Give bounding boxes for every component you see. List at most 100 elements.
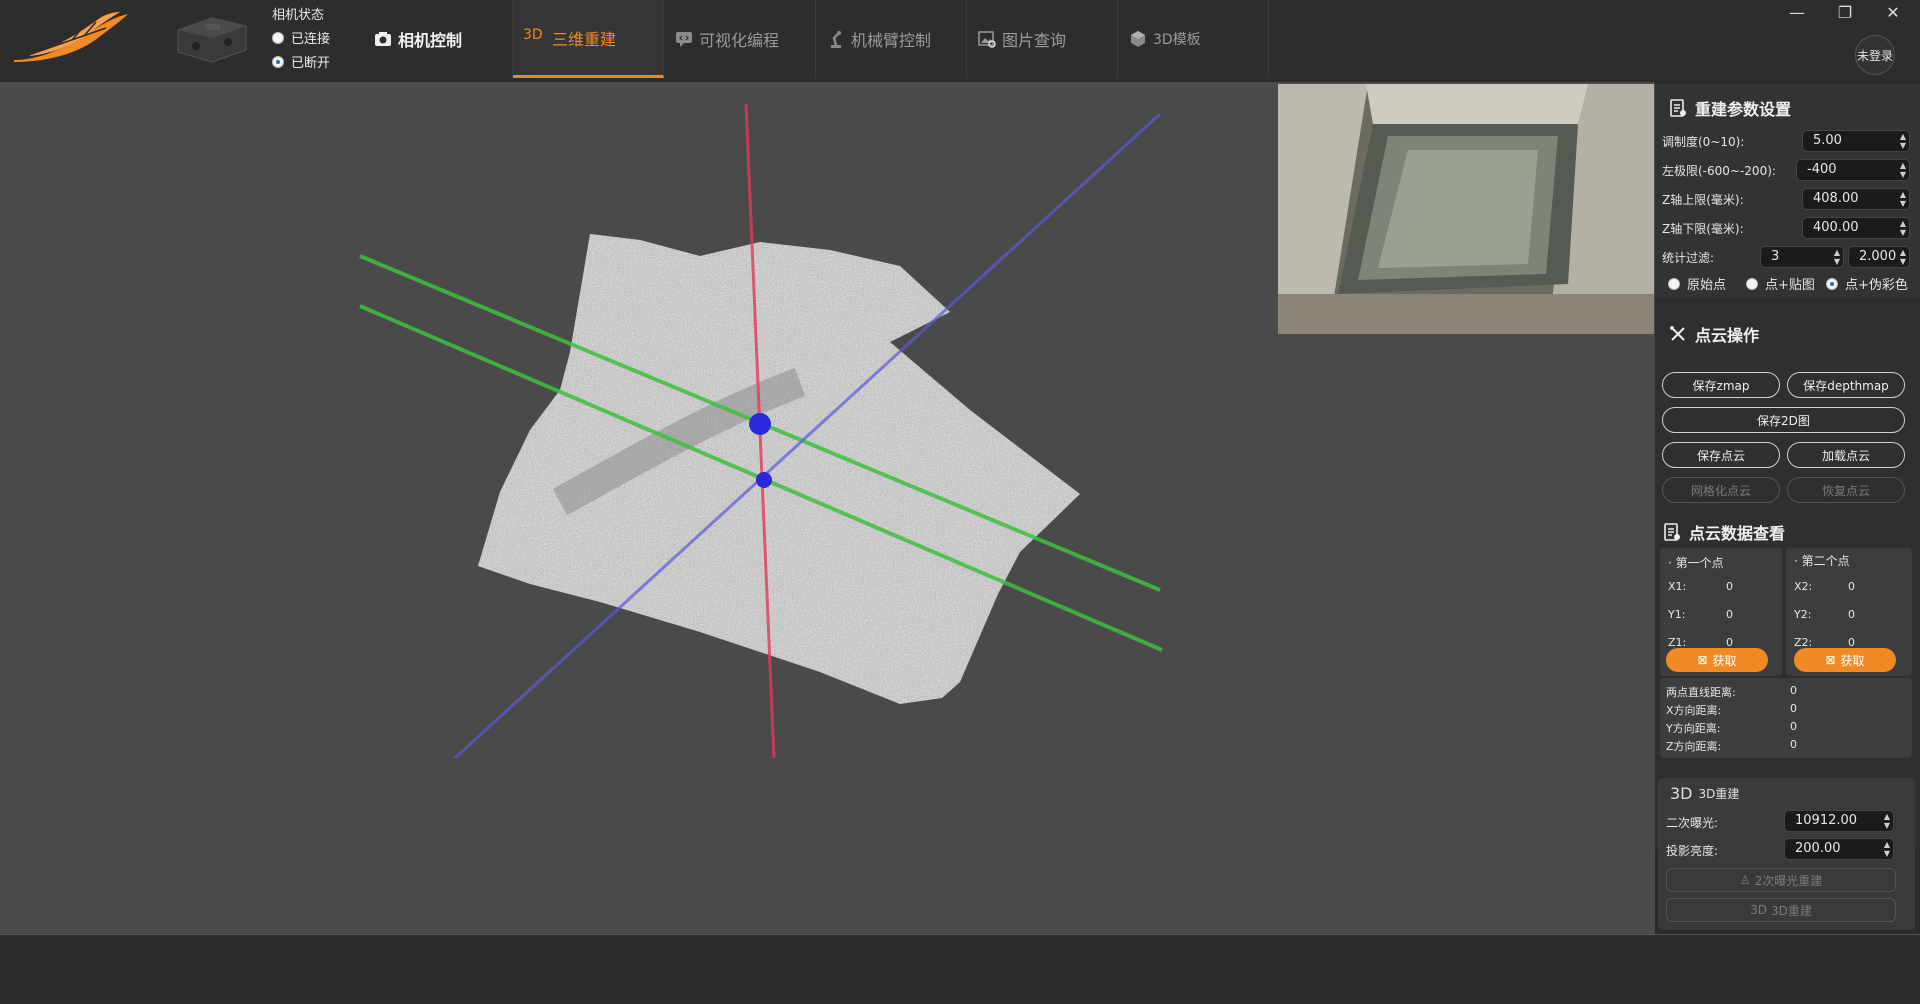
3d-icon: 3D (1670, 784, 1693, 803)
tab-camera-control[interactable]: 相机控制 (363, 0, 513, 78)
settings-doc-icon (1670, 99, 1686, 117)
camera-preview-image (1278, 84, 1654, 334)
dist-x-value: 0 (1790, 702, 1797, 715)
spin-arrows-icon[interactable]: ▲ ▼ (1900, 161, 1906, 179)
point2-card: · 第二个点 X2: 0 Y2: 0 Z2: 0 ⊠ 获取 (1786, 548, 1912, 676)
target-icon: ⊠ (1697, 653, 1708, 667)
get-point1-button[interactable]: ⊠ 获取 (1666, 648, 1768, 672)
point2-title: · 第二个点 (1794, 554, 1850, 568)
second-exposure-label: 二次曝光: (1666, 816, 1719, 830)
cube-icon (1131, 31, 1145, 47)
spin-arrows-icon[interactable]: ▲ ▼ (1900, 219, 1906, 237)
z-lower-spinbox[interactable]: 400.00 ▲ ▼ (1802, 217, 1910, 239)
z-upper-row: Z轴上限(毫米): 408.00 ▲ ▼ (1662, 188, 1914, 210)
dist-line-label: 两点直线距离: (1666, 686, 1736, 699)
projection-brightness-label: 投影亮度: (1666, 844, 1719, 858)
load-cloud-button[interactable]: 加载点云 (1787, 442, 1905, 468)
radio-indicator (1668, 277, 1680, 290)
projection-brightness-spinbox[interactable]: 200.00 ▲ ▼ (1784, 838, 1894, 860)
radio-indicator (1826, 277, 1838, 290)
recon3d-button[interactable]: 3D 3D重建 (1666, 898, 1896, 922)
x2-value: 0 (1848, 580, 1855, 593)
target-icon: ⊠ (1825, 653, 1836, 667)
spin-arrows-icon[interactable]: ▲ ▼ (1900, 248, 1906, 266)
distance-card: 两点直线距离: 0 X方向距离: 0 Y方向距离: 0 Z方向距离: 0 (1660, 678, 1912, 758)
camera-status: 相机状态 已连接 已断开 (270, 2, 360, 74)
spin-arrows-icon[interactable]: ▲ ▼ (1834, 248, 1840, 266)
close-button[interactable]: ✕ (1882, 2, 1904, 24)
spin-arrows-icon[interactable]: ▲ ▼ (1884, 812, 1890, 830)
pointcloud-surface (478, 234, 1080, 704)
feather-logo-icon (14, 12, 128, 62)
robot-arm-icon (831, 31, 841, 48)
save-2d-button[interactable]: 保存2D图 (1662, 407, 1905, 433)
y2-label: Y2: (1794, 608, 1812, 621)
camera-icon (375, 32, 391, 46)
save-cloud-button[interactable]: 保存点云 (1662, 442, 1780, 468)
chat-code-icon (676, 32, 692, 47)
status-connected-radio[interactable]: 已连接 (272, 28, 330, 47)
x1-value: 0 (1726, 580, 1733, 593)
status-disconnected-radio[interactable]: 已断开 (272, 52, 330, 71)
radio-indicator (272, 31, 284, 44)
dist-y-label: Y方向距离: (1666, 722, 1721, 735)
display-mode-row: 原始点 点+贴图 点+伪彩色 (1662, 272, 1914, 294)
login-button[interactable]: 未登录 (1855, 35, 1895, 75)
restore-button[interactable]: ❐ (1834, 2, 1856, 24)
z-lower-row: Z轴下限(毫米): 400.00 ▲ ▼ (1662, 217, 1914, 239)
recon-params-header: 重建参数设置 (1669, 96, 1791, 120)
get-point2-button[interactable]: ⊠ 获取 (1794, 648, 1896, 672)
y1-label: Y1: (1668, 608, 1686, 621)
3d-reconstruct-icon: 3D (523, 26, 543, 43)
x1-label: X1: (1668, 580, 1687, 593)
restore-cloud-button[interactable]: 恢复点云 (1787, 477, 1905, 503)
modulation-spinbox[interactable]: 5.00 ▲ ▼ (1802, 130, 1910, 152)
tab-3d-reconstruct[interactable]: 3D 三维重建 (513, 0, 664, 78)
x2-label: X2: (1794, 580, 1813, 593)
tab-image-search[interactable]: 图片查询 (967, 0, 1118, 78)
status-bar (0, 934, 1920, 1004)
minimize-button[interactable]: — (1786, 2, 1808, 24)
dist-z-label: Z方向距离: (1666, 740, 1722, 753)
spin-arrows-icon[interactable]: ▲ ▼ (1884, 840, 1890, 858)
y1-value: 0 (1726, 608, 1733, 621)
cloud-ops-header: 点云操作 (1669, 322, 1759, 346)
stat-filter-row: 统计过滤: 3 ▲ ▼ 2.000 ▲ ▼ (1662, 246, 1914, 268)
left-limit-spinbox[interactable]: -400 ▲ ▼ (1796, 159, 1910, 181)
point1-title: · 第一个点 (1668, 556, 1724, 570)
point1-card: · 第一个点 X1: 0 Y1: 0 Z1: 0 ⊠ 获取 (1660, 548, 1782, 676)
modulation-row: 调制度(0~10): 5.00 ▲ ▼ (1662, 130, 1914, 152)
tab-visual-programming[interactable]: 可视化编程 (664, 0, 816, 78)
filter-value-spinbox[interactable]: 2.000 ▲ ▼ (1848, 246, 1910, 268)
mode-raw-radio[interactable]: 原始点 (1668, 274, 1726, 293)
image-search-icon (978, 31, 996, 48)
dist-line-value: 0 (1790, 684, 1797, 697)
dist-z-value: 0 (1790, 738, 1797, 751)
tab-robot-arm-control[interactable]: 机械臂控制 (816, 0, 967, 78)
dist-y-value: 0 (1790, 720, 1797, 733)
right-panel: 重建参数设置 调制度(0~10): 5.00 ▲ ▼ 左极限(-600~-200):… (1655, 82, 1920, 934)
spin-arrows-icon[interactable]: ▲ ▼ (1900, 132, 1906, 150)
save-depthmap-button[interactable]: 保存depthmap (1787, 372, 1905, 398)
mode-texture-radio[interactable]: 点+贴图 (1746, 274, 1815, 293)
mesh-cloud-button[interactable]: 网格化点云 (1662, 477, 1780, 503)
left-limit-row: 左极限(-600~-200): -400 ▲ ▼ (1662, 159, 1914, 181)
tab-3d-template[interactable]: 3D模板 (1118, 0, 1269, 78)
second-exposure-spinbox[interactable]: 10912.00 ▲ ▼ (1784, 810, 1894, 832)
z-upper-spinbox[interactable]: 408.00 ▲ ▼ (1802, 188, 1910, 210)
y2-value: 0 (1848, 608, 1855, 621)
mode-pseudocolor-radio[interactable]: 点+伪彩色 (1826, 274, 1908, 293)
data-doc-icon (1664, 523, 1680, 541)
double-exposure-recon-button[interactable]: ♙ 2次曝光重建 (1666, 868, 1896, 892)
save-zmap-button[interactable]: 保存zmap (1662, 372, 1780, 398)
tools-icon (1670, 326, 1685, 341)
radio-indicator (1746, 277, 1758, 290)
spin-arrows-icon[interactable]: ▲ ▼ (1900, 190, 1906, 208)
user-icon: ♙ (1739, 873, 1751, 887)
camera-status-title: 相机状态 (272, 8, 325, 23)
origin-marker-2 (756, 472, 772, 488)
filter-count-spinbox[interactable]: 3 ▲ ▼ (1760, 246, 1844, 268)
origin-marker-1 (749, 413, 771, 435)
recon3d-section: 3D 3D重建 二次曝光: 10912.00 ▲ ▼ 投影亮度: 200.00 ▲ ▼ … (1658, 778, 1915, 930)
radio-indicator (272, 55, 284, 68)
